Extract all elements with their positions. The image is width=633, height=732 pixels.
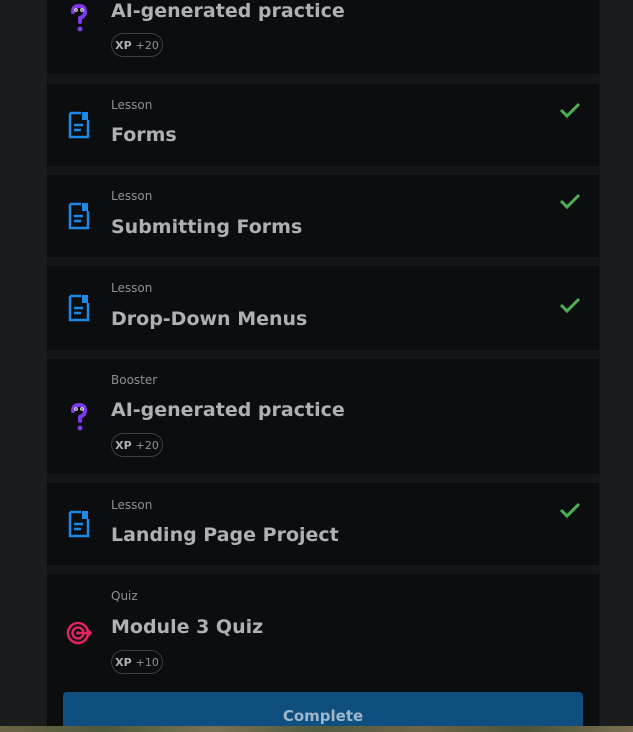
lesson-document-icon (68, 294, 90, 322)
item-title: Submitting Forms (111, 216, 303, 238)
item-kind: Lesson (111, 281, 153, 295)
xp-badge: XP +20 (111, 433, 163, 457)
checkmark-icon (559, 102, 581, 119)
checkmark-icon (559, 193, 581, 210)
item-kind: Lesson (111, 98, 153, 112)
item-title: AI-generated practice (111, 0, 345, 22)
item-kind: Booster (111, 373, 158, 387)
xp-badge: XP +10 (111, 650, 163, 674)
target-icon (66, 621, 92, 645)
checkmark-icon (559, 297, 581, 314)
item-title: Drop-Down Menus (111, 308, 308, 330)
lesson-document-icon (68, 111, 90, 139)
background-image-strip (0, 726, 633, 732)
item-kind: Quiz (111, 589, 138, 603)
question-mark-icon (71, 402, 88, 431)
item-kind: Lesson (111, 498, 153, 512)
item-title: Module 3 Quiz (111, 616, 264, 638)
item-title: AI-generated practice (111, 399, 345, 421)
item-kind: Lesson (111, 189, 153, 203)
item-title: Forms (111, 124, 177, 146)
item-title: Landing Page Project (111, 524, 339, 546)
xp-badge: XP +20 (111, 33, 163, 57)
question-mark-icon (71, 3, 88, 32)
lesson-document-icon (68, 202, 90, 230)
checkmark-icon (559, 502, 581, 519)
lesson-document-icon (68, 510, 90, 538)
